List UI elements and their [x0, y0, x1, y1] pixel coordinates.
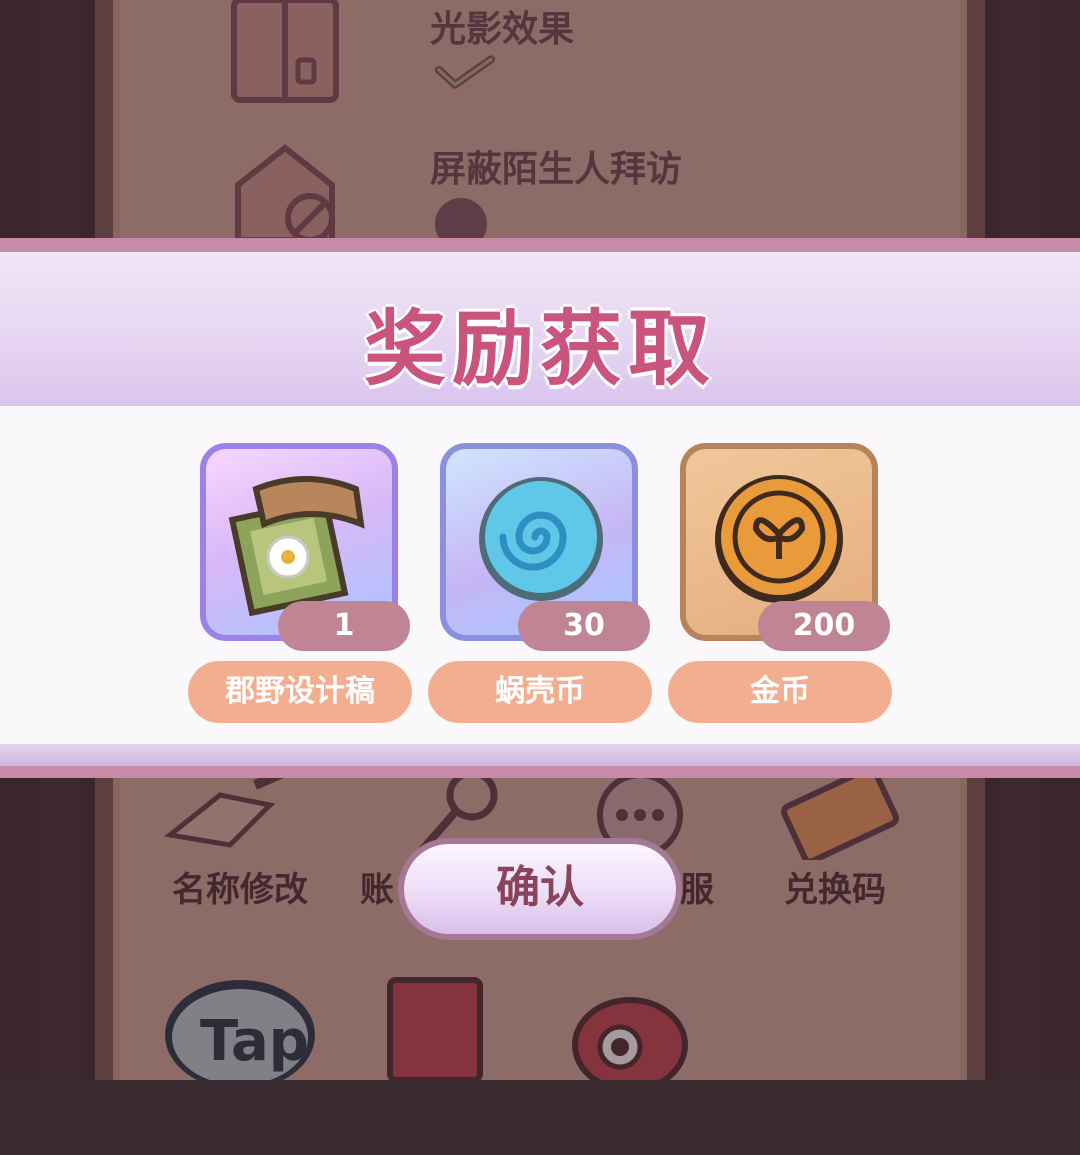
reward-name: 郡野设计稿	[188, 661, 412, 723]
modal-header: 奖励获取	[0, 238, 1080, 408]
reward-modal: 奖励获取 1 郡野设计稿 30 蜗壳币 200 金币	[0, 238, 1080, 778]
reward-count: 200	[758, 601, 890, 651]
reward-name: 金币	[668, 661, 892, 723]
confirm-button[interactable]: 确认	[398, 838, 682, 940]
reward-count: 30	[518, 601, 650, 651]
modal-title: 奖励获取	[363, 302, 716, 397]
reward-count: 1	[278, 601, 410, 651]
modal-footer-band	[0, 744, 1080, 778]
reward-name: 蜗壳币	[428, 661, 652, 723]
